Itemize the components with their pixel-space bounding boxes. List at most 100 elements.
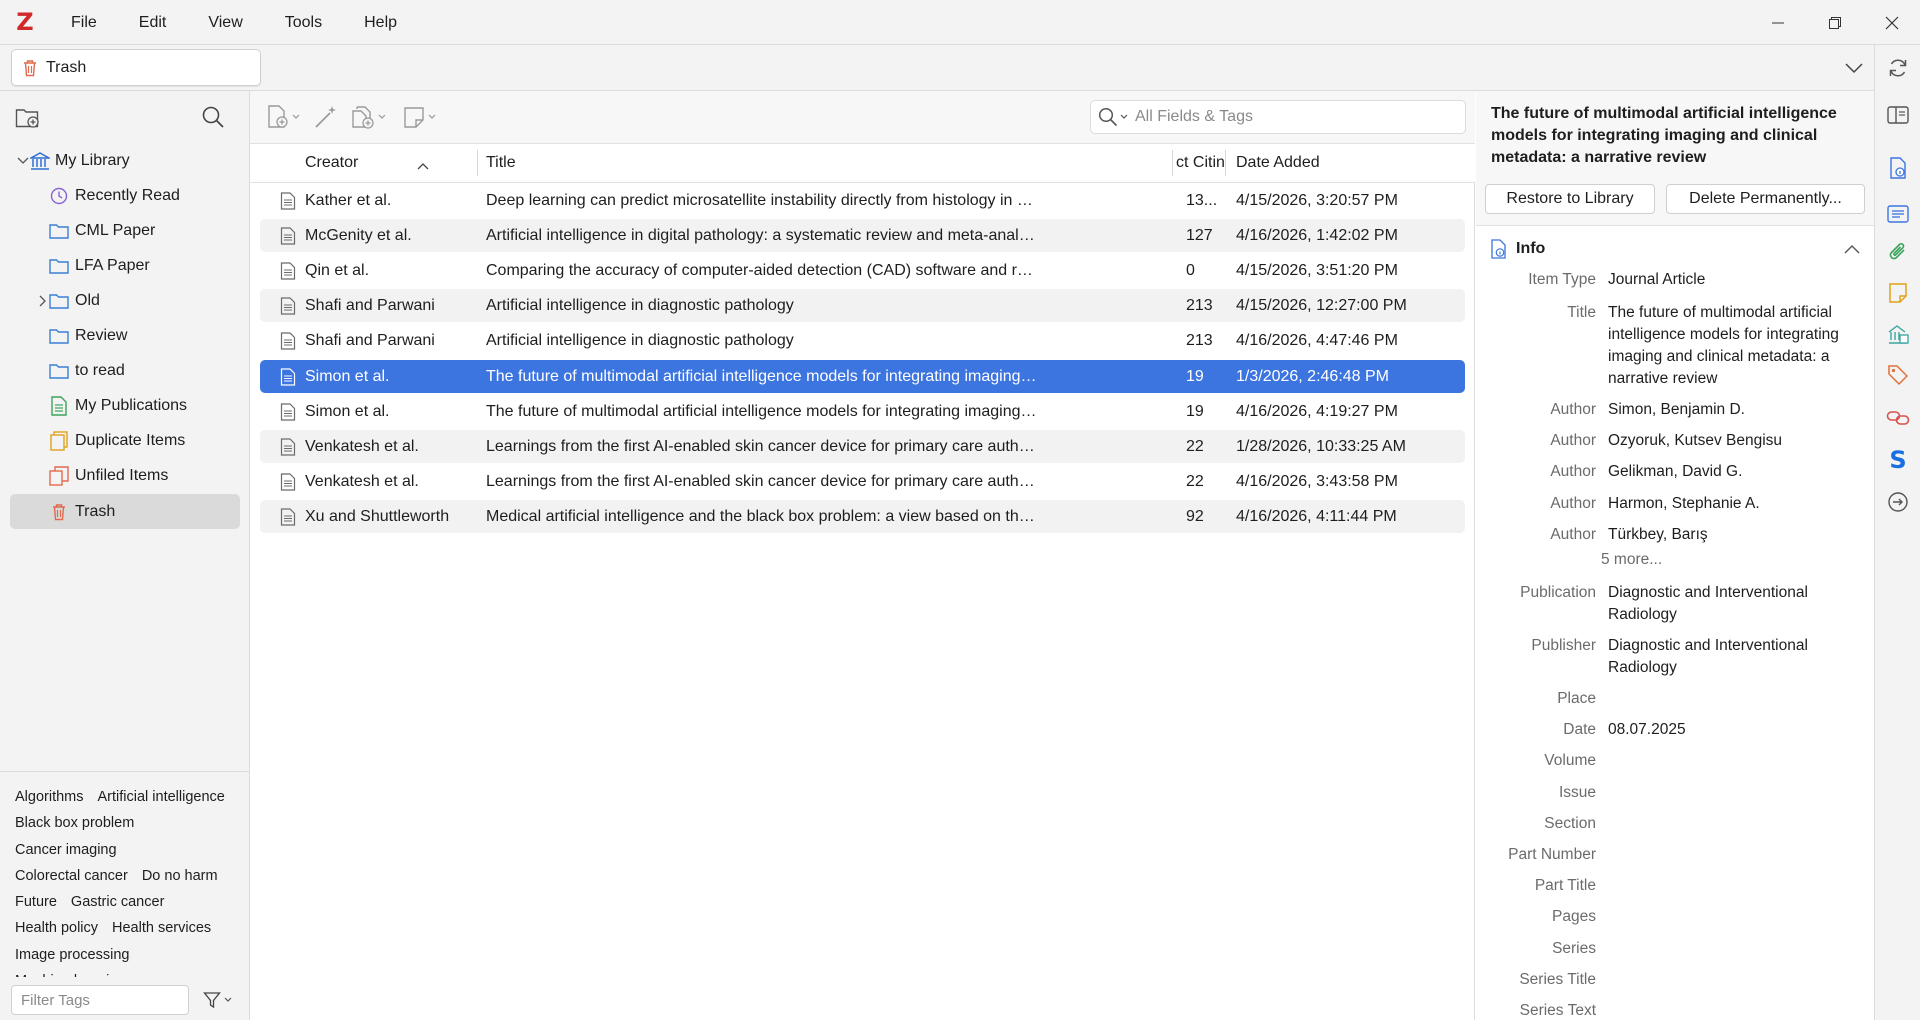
table-row[interactable]: Kather et al. Deep learning can predict m… <box>260 184 1465 217</box>
restore-to-library-button[interactable]: Restore to Library <box>1485 184 1655 214</box>
tag-item[interactable]: Do no harm <box>142 863 218 889</box>
new-note-button[interactable] <box>402 102 436 132</box>
new-collection-button[interactable] <box>14 104 42 132</box>
tag-item[interactable]: Algorithms <box>15 784 84 810</box>
add-attachment-button[interactable] <box>350 102 386 132</box>
field-label: Series Title <box>1519 970 1596 988</box>
tag-item[interactable]: Future <box>15 889 57 915</box>
collection-my-library[interactable]: My Library <box>10 143 240 178</box>
search-input[interactable] <box>1135 102 1445 132</box>
field-value-author[interactable]: Simon, Benjamin D. <box>1608 399 1863 421</box>
field-value-author[interactable]: Harmon, Stephanie A. <box>1608 493 1863 515</box>
chevron-down-icon[interactable] <box>16 154 30 168</box>
column-resizer[interactable] <box>1225 150 1226 176</box>
field-label: Author <box>1550 401 1596 418</box>
field-label: Author <box>1550 525 1596 543</box>
menu-bar: Z File Edit View Tools Help <box>0 0 1920 45</box>
more-authors-link[interactable]: 5 more... <box>1601 551 1662 569</box>
tag-item[interactable]: Colorectal cancer <box>15 863 128 889</box>
menu-view[interactable]: View <box>187 0 263 45</box>
field-value-date[interactable]: 08.07.2025 <box>1608 719 1863 741</box>
collection-label: to read <box>75 362 125 380</box>
chevron-right-icon[interactable] <box>36 294 50 308</box>
toggle-pane-button[interactable] <box>1883 100 1913 130</box>
collection-recently-read[interactable]: Recently Read <box>10 178 240 213</box>
collection-duplicate-items[interactable]: Duplicate Items <box>10 424 240 459</box>
sidenav-tags-button[interactable] <box>1883 360 1913 390</box>
collections-pane: My Library Recently Read CML Paper LFA Pape… <box>0 91 250 771</box>
add-by-identifier-button[interactable] <box>313 102 339 132</box>
journal-article-icon <box>280 192 296 210</box>
column-header-citations[interactable]: ct Citin <box>1176 144 1231 182</box>
journal-article-icon <box>280 332 296 350</box>
tag-item[interactable]: Artificial intelligence <box>98 784 225 810</box>
table-row[interactable]: McGenity et al. Artificial intelligence i… <box>260 219 1465 253</box>
sync-button[interactable] <box>1883 53 1913 83</box>
sidenav-abstract-button[interactable] <box>1883 199 1913 229</box>
tag-item[interactable]: Black box problem <box>15 810 134 836</box>
tag-item[interactable]: Gastric cancer <box>71 889 164 915</box>
delete-permanently-button[interactable]: Delete Permanently... <box>1666 184 1865 214</box>
collection-lfa-paper[interactable]: LFA Paper <box>10 248 240 283</box>
field-value-author[interactable]: Ozyoruk, Kutsev Bengisu <box>1608 430 1863 452</box>
sidenav-notes-button[interactable] <box>1883 278 1913 308</box>
menu-edit[interactable]: Edit <box>118 0 188 45</box>
menu-tools[interactable]: Tools <box>264 0 343 45</box>
collection-my-publications[interactable]: My Publications <box>10 389 240 424</box>
table-row[interactable]: Simon et al. The future of multimodal art… <box>260 395 1465 428</box>
table-row[interactable]: Qin et al. Comparing the accuracy of comp… <box>260 254 1465 287</box>
tag-item[interactable]: Health services <box>112 915 211 941</box>
field-value-publication[interactable]: Diagnostic and Interventional Radiology <box>1608 582 1863 626</box>
sidenav-info-button[interactable] <box>1883 153 1913 183</box>
minimize-button[interactable] <box>1749 0 1806 45</box>
collection-review[interactable]: Review <box>10 319 240 354</box>
cell-citations: 213 <box>1186 297 1213 315</box>
tag-item[interactable]: Cancer imaging <box>15 837 117 863</box>
field-value-title[interactable]: The future of multimodal artificial inte… <box>1608 302 1863 390</box>
search-mode-button[interactable] <box>1091 101 1135 133</box>
column-header-title[interactable]: Title <box>486 144 1026 182</box>
collection-unfiled-items[interactable]: Unfiled Items <box>10 459 240 494</box>
menu-help[interactable]: Help <box>343 0 418 45</box>
field-value-item-type[interactable]: Journal Article <box>1608 269 1863 291</box>
collection-old[interactable]: Old <box>10 283 240 318</box>
field-value-author[interactable]: Gelikman, David G. <box>1608 461 1863 483</box>
column-resizer[interactable] <box>1172 150 1173 176</box>
tag-filter-input[interactable] <box>11 985 189 1015</box>
collection-cml-paper[interactable]: CML Paper <box>10 213 240 248</box>
sidenav-related-button[interactable] <box>1883 403 1913 433</box>
cell-citations: 13... <box>1186 192 1218 209</box>
new-item-button[interactable] <box>266 102 300 132</box>
tag-item[interactable]: Machine learning <box>15 968 125 977</box>
table-row[interactable]: Venkatesh et al. Learnings from the first… <box>260 465 1465 498</box>
collection-trash[interactable]: Trash <box>10 494 240 529</box>
tag-item[interactable]: Health policy <box>15 915 98 941</box>
table-row[interactable]: Simon et al. The future of multimodal art… <box>260 359 1465 393</box>
sidenav-attachments-button[interactable] <box>1883 237 1913 267</box>
info-section-header[interactable]: Info <box>1486 231 1866 267</box>
sidenav-scite-button[interactable]: S <box>1883 445 1913 475</box>
collection-search-button[interactable] <box>198 102 228 132</box>
tabs-menu-button[interactable] <box>1840 55 1868 81</box>
table-row[interactable]: Venkatesh et al. Learnings from the first… <box>260 429 1465 463</box>
tag-actions-button[interactable] <box>197 987 237 1013</box>
field-value-publisher[interactable]: Diagnostic and Interventional Radiology <box>1608 635 1863 679</box>
table-row[interactable]: Shafi and Parwani Artificial intelligence… <box>260 324 1465 357</box>
menu-file[interactable]: File <box>50 0 118 45</box>
table-row[interactable]: Xu and Shuttleworth Medical artificial in… <box>260 499 1465 533</box>
column-header-date-added[interactable]: Date Added <box>1236 144 1436 182</box>
collection-to-read[interactable]: to read <box>10 354 240 389</box>
tag-item[interactable]: Image processing <box>15 942 129 968</box>
sidenav-libraries-button[interactable] <box>1883 319 1913 349</box>
sidenav-locate-button[interactable] <box>1883 487 1913 517</box>
table-row[interactable]: Shafi and Parwani Artificial intelligence… <box>260 289 1465 323</box>
field-label: Item Type <box>1528 271 1596 288</box>
column-resizer[interactable] <box>477 150 478 176</box>
close-window-button[interactable] <box>1863 0 1920 45</box>
chevron-down-icon <box>1845 63 1863 74</box>
field-value-author[interactable]: Türkbey, Barış <box>1608 524 1863 546</box>
column-header-creator[interactable]: Creator <box>305 144 435 182</box>
chevron-down-icon <box>1120 114 1128 119</box>
tab-library[interactable]: Trash <box>11 49 261 86</box>
restore-button[interactable] <box>1806 0 1863 45</box>
